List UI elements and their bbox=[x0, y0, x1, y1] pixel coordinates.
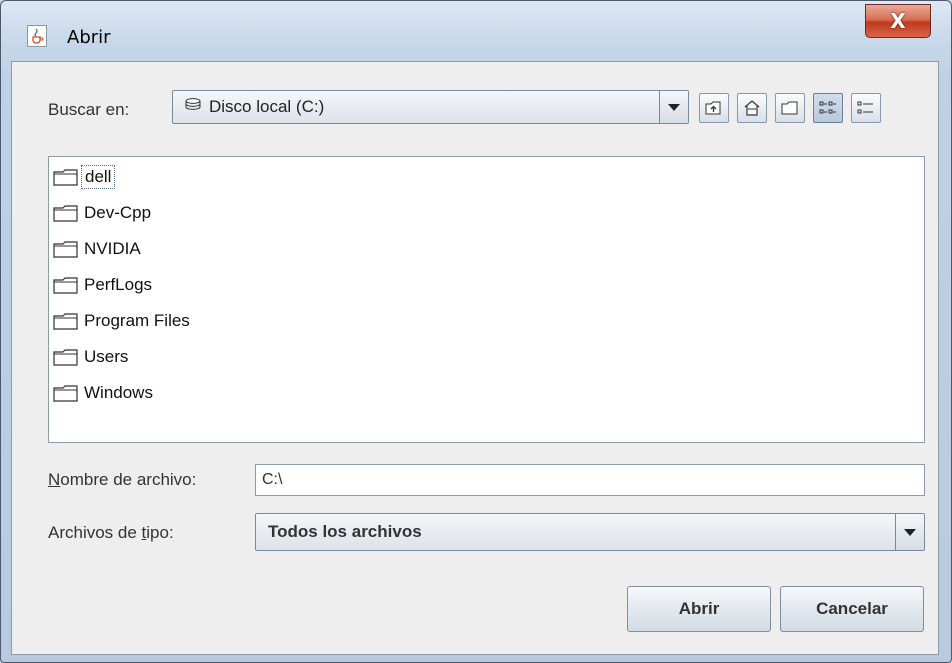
look-in-label: Buscar en: bbox=[48, 100, 130, 119]
java-cup-icon bbox=[27, 25, 47, 47]
folder-icon bbox=[53, 169, 78, 186]
list-item[interactable]: Users bbox=[53, 343, 128, 371]
folder-icon bbox=[53, 385, 78, 402]
folder-icon bbox=[53, 205, 78, 222]
list-item[interactable]: Windows bbox=[53, 379, 153, 407]
filetype-combo[interactable]: Todos los archivos bbox=[255, 513, 925, 551]
open-dialog: Abrir X Buscar en: Disco local (C:) dell… bbox=[0, 0, 952, 663]
folder-icon bbox=[53, 277, 78, 294]
list-item[interactable]: Dev-Cpp bbox=[53, 199, 151, 227]
disk-icon bbox=[185, 97, 201, 117]
details-view-button[interactable] bbox=[851, 93, 881, 123]
folder-icon bbox=[53, 313, 78, 330]
chevron-down-icon[interactable] bbox=[659, 91, 688, 123]
list-item[interactable]: PerfLogs bbox=[53, 271, 152, 299]
filetype-value: Todos los archivos bbox=[268, 522, 422, 541]
file-name: PerfLogs bbox=[84, 275, 153, 294]
look-in-combo[interactable]: Disco local (C:) bbox=[172, 90, 689, 124]
up-one-level-icon bbox=[705, 101, 721, 115]
filename-input[interactable]: C:\ bbox=[255, 464, 925, 496]
list-view-icon bbox=[819, 101, 836, 114]
filetype-label-pre: Archivos de bbox=[48, 523, 142, 542]
open-button[interactable]: Abrir bbox=[627, 586, 771, 632]
list-item[interactable]: Program Files bbox=[53, 307, 190, 335]
folder-icon bbox=[53, 349, 78, 366]
file-list[interactable]: dell Dev-Cpp NVIDIA PerfLogs Program Fil… bbox=[48, 156, 925, 443]
new-folder-icon bbox=[781, 101, 798, 115]
dialog-client-area: Buscar en: Disco local (C:) dell Dev-Cpp… bbox=[11, 61, 939, 655]
up-one-level-button[interactable] bbox=[699, 93, 729, 123]
home-button[interactable] bbox=[737, 93, 767, 123]
file-name: dell bbox=[81, 165, 116, 189]
list-view-button[interactable] bbox=[813, 93, 843, 123]
window-title: Abrir bbox=[67, 27, 111, 48]
filename-label-rest: ombre de archivo: bbox=[60, 470, 197, 489]
new-folder-button[interactable] bbox=[775, 93, 805, 123]
close-button[interactable]: X bbox=[865, 4, 931, 38]
list-item[interactable]: dell bbox=[53, 163, 116, 191]
folder-icon bbox=[53, 241, 78, 258]
file-name: Program Files bbox=[84, 311, 190, 330]
look-in-value: Disco local (C:) bbox=[209, 97, 325, 116]
file-name: NVIDIA bbox=[84, 239, 141, 258]
file-name: Windows bbox=[84, 383, 153, 402]
look-in-value-wrap: Disco local (C:) bbox=[185, 91, 324, 123]
filetype-label-post: ipo: bbox=[146, 523, 174, 542]
home-icon bbox=[744, 100, 760, 116]
filename-mnemonic: N bbox=[48, 470, 61, 489]
close-icon: X bbox=[890, 9, 906, 33]
title-bar[interactable]: Abrir X bbox=[1, 1, 951, 48]
list-item[interactable]: NVIDIA bbox=[53, 235, 141, 263]
chevron-down-icon[interactable] bbox=[895, 514, 924, 550]
file-name: Users bbox=[84, 347, 129, 366]
file-name: Dev-Cpp bbox=[84, 203, 152, 222]
cancel-button[interactable]: Cancelar bbox=[780, 586, 924, 632]
details-view-icon bbox=[857, 101, 873, 114]
filetype-label: Archivos de tipo: bbox=[48, 521, 174, 545]
filename-label: Nombre de archivo: bbox=[48, 468, 196, 492]
